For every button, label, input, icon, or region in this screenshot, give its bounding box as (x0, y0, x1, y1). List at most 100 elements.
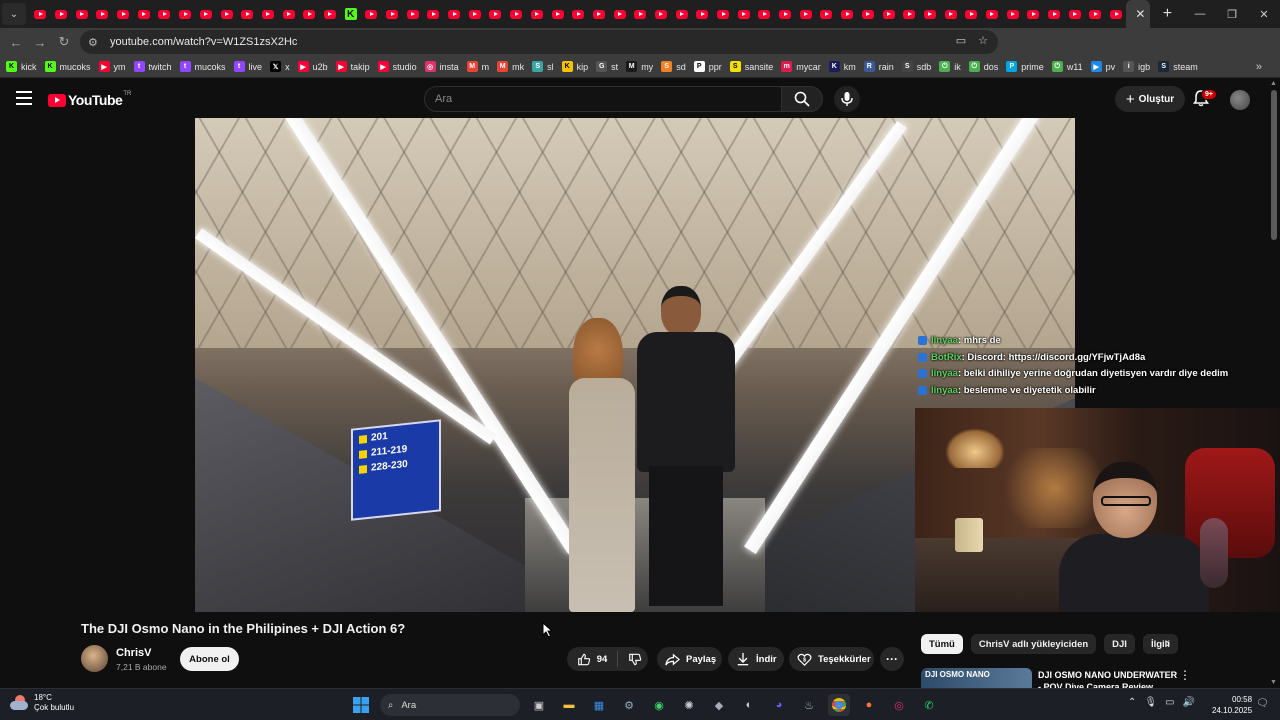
bookmark-item[interactable]: Kkm (828, 61, 856, 72)
browser-tab[interactable] (589, 0, 610, 28)
settings-icon[interactable]: ⚙ (618, 694, 640, 716)
url-text[interactable]: youtube.com/watch?v=W1ZS1zsX2Hc (110, 36, 297, 48)
browser-tab[interactable] (1106, 0, 1127, 28)
browser-tab[interactable] (278, 0, 299, 28)
site-info-icon[interactable]: ⚙ (88, 36, 104, 49)
browser-tab[interactable] (258, 0, 279, 28)
app-icon[interactable]: ◆ (708, 694, 730, 716)
bookmark-item[interactable]: Ssl (532, 61, 554, 72)
bookmark-item[interactable]: ⏻ ik (939, 61, 961, 72)
task-view-icon[interactable]: ▣ (528, 694, 550, 716)
download-button[interactable]: İndir (728, 647, 784, 671)
address-bar[interactable]: ⚙ youtube.com/watch?v=W1ZS1zsX2Hc ▭ ☆ (80, 30, 998, 54)
bookmark-item[interactable]: ▶ pv (1090, 61, 1115, 72)
bookmark-item[interactable]: t mucoks (179, 61, 226, 72)
account-avatar[interactable] (1230, 90, 1250, 110)
browser-tab[interactable] (982, 0, 1003, 28)
browser-tab[interactable] (1064, 0, 1085, 28)
bookmark-item[interactable]: m mycar (781, 61, 821, 72)
bookmark-item[interactable]: Kkick (6, 61, 37, 72)
browser-tab[interactable] (299, 0, 320, 28)
discord-icon[interactable]: ◕ (768, 694, 790, 716)
tab-search-chevron-icon[interactable]: ⌄ (2, 3, 26, 25)
search-button[interactable] (781, 86, 823, 112)
headset-app-icon[interactable]: ◉ (648, 694, 670, 716)
recommendation-title[interactable]: DJI OSMO NANO UNDERWATER - POV Dive Came… (1038, 669, 1178, 688)
browser-tab[interactable] (485, 0, 506, 28)
channel-avatar[interactable] (81, 645, 108, 672)
browser-tab[interactable] (196, 0, 217, 28)
menu-icon[interactable] (16, 91, 32, 105)
bookmark-item[interactable]: Ssteam (1158, 61, 1198, 72)
browser-tab[interactable] (1044, 0, 1065, 28)
browser-tab[interactable] (547, 0, 568, 28)
browser-tab[interactable] (651, 0, 672, 28)
browser-tab[interactable] (382, 0, 403, 28)
notification-center-icon[interactable]: 🗨 (1256, 698, 1269, 709)
browser-tab[interactable] (1023, 0, 1044, 28)
bookmark-item[interactable]: Kkip (561, 61, 588, 72)
browser-tab[interactable] (113, 0, 134, 28)
browser-tab[interactable] (51, 0, 72, 28)
browser-tab[interactable] (795, 0, 816, 28)
browser-tab[interactable] (216, 0, 237, 28)
forward-icon[interactable]: → (28, 35, 52, 50)
bookmark-item[interactable]: Pprime (1006, 61, 1044, 72)
recommendation-more-icon[interactable]: ⋮ (1179, 668, 1191, 682)
browser-tab[interactable] (1085, 0, 1106, 28)
whatsapp-icon[interactable]: ✆ (918, 694, 940, 716)
minimize-button[interactable]: — (1184, 8, 1216, 20)
bookmark-item[interactable]: t twitch (133, 61, 172, 72)
reload-icon[interactable]: ↻ (52, 34, 76, 50)
recommendation-thumbnail[interactable]: DJI OSMO NANO (921, 668, 1032, 688)
browser-tab[interactable] (754, 0, 775, 28)
share-button[interactable]: Paylaş (657, 647, 722, 671)
bookmark-item[interactable]: ▶ takip (335, 61, 370, 72)
browser-tab[interactable] (133, 0, 154, 28)
chips-next-chevron-icon[interactable]: › (1166, 636, 1170, 650)
browser-tab[interactable] (692, 0, 713, 28)
microphone-tray-icon[interactable]: 🎙 (1144, 697, 1157, 708)
youtube-logo[interactable]: YouTube TR (48, 91, 131, 108)
channel-name[interactable]: ChrisV (116, 647, 151, 659)
bookmark-item[interactable]: Mmk (497, 61, 524, 72)
volume-icon[interactable]: 🔊 (1183, 697, 1195, 708)
bookmark-item[interactable]: Pppr (693, 61, 722, 72)
firefox-icon[interactable]: ● (858, 694, 880, 716)
more-bookmarks-icon[interactable]: » (1256, 61, 1262, 73)
bookmark-item[interactable]: Gst (596, 61, 618, 72)
microsoft-store-icon[interactable]: ▦ (588, 694, 610, 716)
bookmark-item[interactable]: ⏻ dos (968, 61, 998, 72)
filter-chip[interactable]: Tümü (921, 634, 963, 654)
browser-tab[interactable] (464, 0, 485, 28)
bookmark-item[interactable]: ▶ studio (377, 61, 417, 72)
filter-chip[interactable]: DJI (1104, 634, 1135, 654)
browser-tab[interactable] (423, 0, 444, 28)
scroll-thumb[interactable] (1271, 90, 1277, 240)
bookmark-item[interactable]: 𝕏x (270, 61, 290, 72)
browser-tab[interactable] (878, 0, 899, 28)
browser-tab[interactable]: K (340, 0, 361, 28)
weather-widget[interactable]: 18°C Çok bulutlu (10, 693, 74, 713)
file-explorer-icon[interactable]: ▬ (558, 694, 580, 716)
scroll-up-icon[interactable]: ▲ (1270, 80, 1277, 87)
browser-tab[interactable] (961, 0, 982, 28)
bookmark-item[interactable]: Ssdb (901, 61, 931, 72)
thumbs-down-icon[interactable] (628, 652, 642, 667)
browser-tab[interactable] (30, 0, 51, 28)
bookmark-item[interactable]: ⏻ w11 (1051, 61, 1083, 72)
show-hidden-icons-icon[interactable]: ⌃ (1128, 697, 1136, 708)
active-browser-tab[interactable]: ✕ (1126, 0, 1151, 28)
browser-tab[interactable] (858, 0, 879, 28)
windows-start-icon[interactable] (350, 694, 372, 716)
browser-tab[interactable] (527, 0, 548, 28)
bookmark-item[interactable]: i igb (1123, 61, 1150, 72)
like-count[interactable]: 94 (597, 654, 608, 665)
browser-tab[interactable] (506, 0, 527, 28)
browser-tab[interactable] (671, 0, 692, 28)
new-tab-button[interactable]: + (1156, 5, 1178, 23)
browser-tab[interactable] (713, 0, 734, 28)
browser-tab[interactable] (630, 0, 651, 28)
chatgpt-icon[interactable]: ✺ (678, 694, 700, 716)
bookmark-item[interactable]: Kmucoks (44, 61, 91, 72)
